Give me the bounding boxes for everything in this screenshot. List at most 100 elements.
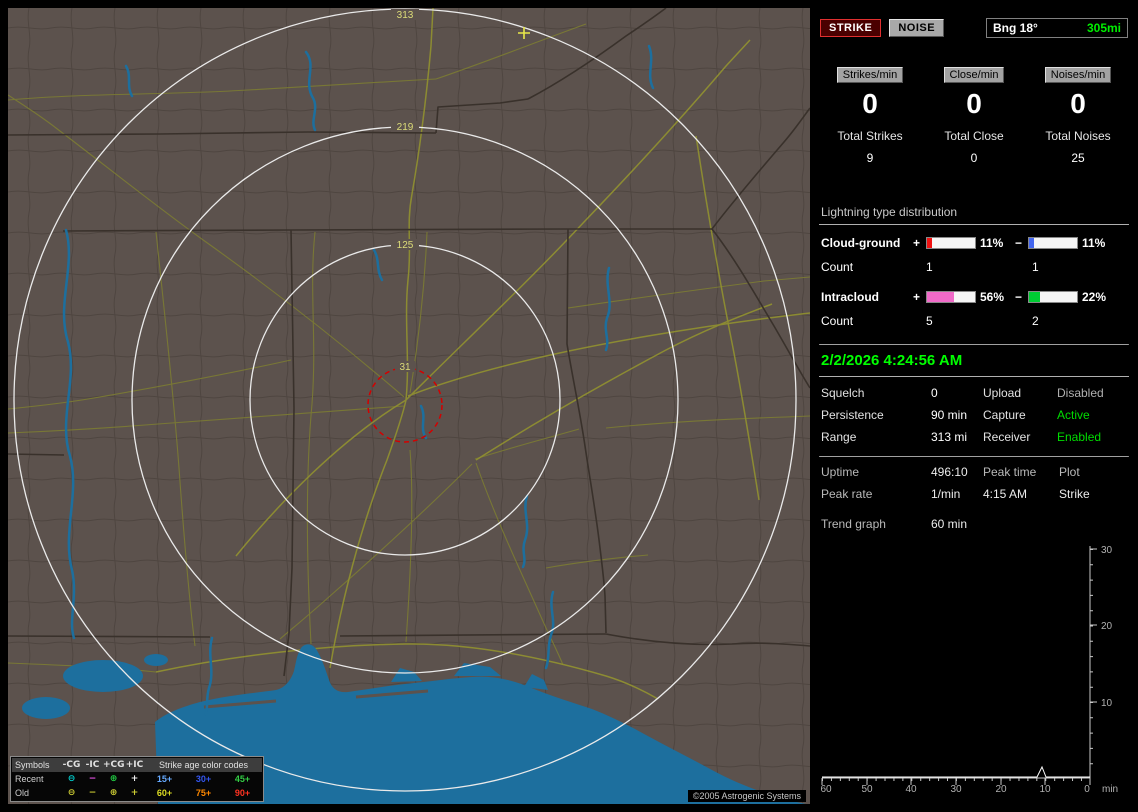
uptime-value: 496:10 [931, 465, 968, 479]
x-tick-label: 40 [905, 784, 917, 795]
capture-status: Active [1057, 408, 1090, 422]
divider [819, 376, 1129, 377]
strikes-column: Strikes/min 0 Total Strikes 9 [818, 67, 922, 165]
bar-fill [1029, 238, 1035, 248]
x-tick-label: 30 [950, 784, 962, 795]
legend-col-pos-cg: +CG [103, 760, 125, 770]
range-ring-label: 219 [397, 122, 414, 133]
noise-mode-button[interactable]: NOISE [889, 19, 945, 37]
y-tick-label: 30 [1101, 545, 1113, 556]
minus-ic-count: 2 [1032, 314, 1039, 328]
count-label: Count [821, 314, 854, 328]
y-tick-label: 10 [1101, 698, 1113, 709]
plus-cg-count: 1 [926, 260, 933, 274]
mode-toolbar: STRIKE NOISE Bng 18° 305mi [820, 17, 1128, 39]
total-close-label: Total Close [944, 129, 1004, 143]
legend-row-label: Old [15, 788, 30, 798]
receiver-label: Receiver [983, 430, 1031, 444]
map-canvas[interactable]: 313 219 125 31 [8, 8, 810, 804]
map-legend: Symbols -CG -IC +CG +IC Strike age color… [10, 756, 264, 802]
legend-recent-row: Recent ⊖ − ⊕ + 15+ 30+ 45+ [12, 772, 262, 786]
legend-row-label: Recent [15, 774, 44, 784]
settings-panel: Squelch 0 Upload Disabled Persistence 90… [818, 386, 1130, 444]
trend-graph: 30 20 10 60 50 40 30 20 10 0 min [820, 545, 1118, 795]
datetime-display: 2/2/2026 4:24:56 AM [821, 352, 963, 369]
intracloud-row: Intracloud + 56% − 22% [821, 290, 1130, 304]
plus-cg-bar [926, 237, 976, 249]
legend-col-neg-cg: -CG [62, 760, 81, 770]
age-90: 90+ [234, 788, 251, 798]
range-value: 305mi [1086, 21, 1121, 35]
legend-age-codes: 15+ 30+ 45+ [145, 774, 262, 784]
count-label: Count [821, 260, 854, 274]
strikes-per-min-button[interactable]: Strikes/min [836, 67, 904, 83]
cloud-ground-count-row: Count 1 1 [821, 260, 1130, 274]
plot-value: Strike [1059, 487, 1090, 501]
trend-series [822, 765, 1090, 778]
strike-mode-button[interactable]: STRIKE [820, 19, 882, 37]
range-setting-value: 313 mi [931, 430, 968, 444]
total-strikes-label: Total Strikes [837, 129, 903, 143]
x-tick-label: 60 [820, 784, 832, 795]
rate-stats: Strikes/min 0 Total Strikes 9 Close/min … [818, 67, 1130, 165]
squelch-label: Squelch [821, 386, 865, 400]
legend-symbols-header: Symbols [15, 760, 50, 770]
squelch-value: 0 [931, 386, 938, 400]
sidebar: STRIKE NOISE Bng 18° 305mi Strikes/min 0… [818, 8, 1130, 804]
x-tick-label: 20 [995, 784, 1007, 795]
age-60: 60+ [156, 788, 173, 798]
range-label: Range [821, 430, 857, 444]
legend-age-header: Strike age color codes [158, 760, 249, 770]
persistence-value: 90 min [931, 408, 968, 422]
info-row: Peak rate 1/min 4:15 AM Strike [821, 487, 1130, 501]
total-strikes-value: 9 [866, 151, 874, 165]
total-noises-value: 25 [1071, 151, 1085, 165]
legend-col-pos-ic: +IC [125, 760, 144, 770]
x-tick-label: 50 [861, 784, 873, 795]
legend-header-row: Symbols -CG -IC +CG +IC Strike age color… [12, 758, 262, 772]
noises-per-min-button[interactable]: Noises/min [1044, 67, 1112, 83]
bar-fill [1029, 292, 1040, 302]
setting-row: Persistence 90 min Capture Active [821, 408, 1130, 422]
info-row: Uptime 496:10 Peak time Plot [821, 465, 1130, 479]
x-tick-label: 10 [1039, 784, 1051, 795]
y-tick-label: 20 [1101, 621, 1113, 632]
persistence-label: Persistence [821, 408, 884, 422]
upload-status: Disabled [1057, 386, 1104, 400]
trend-window-value: 60 min [931, 517, 968, 531]
age-15: 15+ [156, 774, 173, 784]
minus-cg-bar [1028, 237, 1078, 249]
range-ring-label: 313 [397, 10, 414, 21]
bearing-range-display: Bng 18° 305mi [986, 18, 1128, 38]
pos-ic-recent-icon: + [130, 774, 139, 784]
legend-age-codes: 60+ 75+ 90+ [145, 788, 262, 798]
divider [819, 344, 1129, 345]
strikes-rate-value: 0 [862, 88, 878, 119]
trend-graph-row: Trend graph 60 min [821, 517, 1130, 531]
plus-ic-percent: 56% [980, 290, 1005, 304]
type-name: Cloud-ground [821, 236, 901, 250]
uptime-label: Uptime [821, 465, 860, 479]
peak-time-value: 4:15 AM [983, 487, 1028, 501]
intracloud-count-row: Count 5 2 [821, 314, 1130, 328]
range-ring-label: 31 [399, 362, 411, 373]
legend-col-neg-ic: -IC [85, 760, 100, 770]
neg-cg-recent-icon: ⊖ [67, 774, 76, 784]
type-name: Intracloud [821, 290, 880, 304]
distribution-title: Lightning type distribution [821, 205, 958, 219]
map-panel: 313 219 125 31 Symbols -CG -IC +CG +IC S… [8, 8, 810, 804]
age-45: 45+ [234, 774, 251, 784]
copyright-notice: ©2005 Astrogenic Systems [687, 790, 806, 802]
minus-sign: − [1015, 290, 1023, 304]
bar-fill [927, 238, 933, 248]
plus-ic-count: 5 [926, 314, 933, 328]
trend-axes [821, 546, 1097, 785]
close-per-min-button[interactable]: Close/min [943, 67, 1005, 83]
noises-column: Noises/min 0 Total Noises 25 [1026, 67, 1130, 165]
age-30: 30+ [195, 774, 212, 784]
range-ring-label: 125 [397, 240, 414, 251]
noises-rate-value: 0 [1070, 88, 1086, 119]
x-tick-label: 0 [1084, 784, 1090, 795]
setting-row: Range 313 mi Receiver Enabled [821, 430, 1130, 444]
age-75: 75+ [195, 788, 212, 798]
